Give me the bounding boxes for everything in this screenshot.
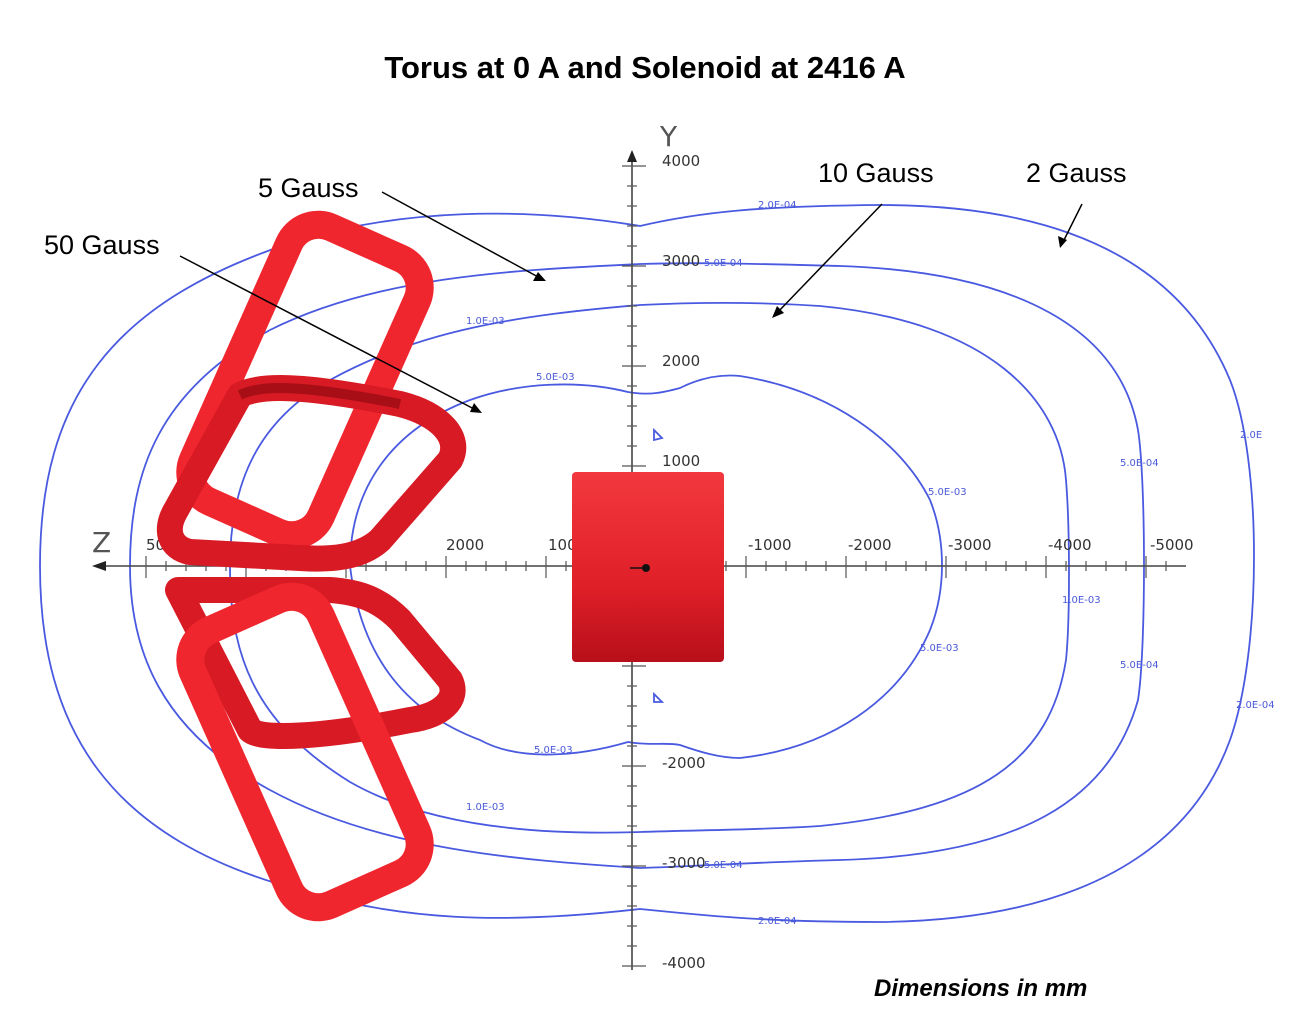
contour-label: 2.0E (1240, 430, 1262, 441)
contour-label: 5.0E-04 (704, 860, 743, 871)
z-tick-label: -2000 (848, 536, 892, 554)
z-axis-name: Z (92, 526, 111, 559)
y-tick-label: 2000 (662, 352, 700, 370)
z-tick-label: -4000 (1048, 536, 1092, 554)
field-map-diagram: 2.0E-04 5.0E-04 1.0E-03 5.0E-03 2.0E 5.0… (39, 120, 1275, 972)
contour-label: 2.0E-04 (758, 200, 797, 211)
contour-label: 1.0E-03 (466, 802, 505, 813)
contour-label: 5.0E-03 (534, 745, 573, 756)
z-tick-label: -5000 (1150, 536, 1194, 554)
contour-artifact-top (653, 427, 664, 442)
callout-2-gauss-arrow (1061, 203, 1083, 245)
y-axis-name: Y (659, 120, 678, 153)
z-axis-arrow (92, 561, 106, 571)
callout-5-gauss: 5 Gauss (258, 173, 359, 203)
y-tick-label: -2000 (662, 754, 706, 772)
callout-arrowhead (533, 272, 546, 281)
torus-coil-lower-outer (176, 582, 434, 922)
contour-label: 1.0E-03 (466, 316, 505, 327)
contour-label: 2.0E-04 (1236, 700, 1275, 711)
y-tick-label: 4000 (662, 152, 700, 170)
y-tick-label: 3000 (662, 252, 700, 270)
y-tick-label: -4000 (662, 954, 706, 972)
y-axis-arrow (627, 150, 637, 162)
contour-label: 5.0E-04 (1120, 458, 1159, 469)
solenoid (572, 472, 724, 662)
contour-label: 5.0E-04 (1120, 660, 1159, 671)
contour-label: 5.0E-03 (536, 372, 575, 383)
contour-label: 1.0E-03 (1062, 595, 1101, 606)
y-tick-label: 1000 (662, 452, 700, 470)
callout-10-gauss-arrow (775, 203, 883, 315)
z-tick-label: 2000 (446, 536, 484, 554)
contour-label: 2.0E-04 (758, 916, 797, 927)
callout-arrowhead (470, 403, 482, 413)
z-tick-label: -3000 (948, 536, 992, 554)
callout-2-gauss: 2 Gauss (1026, 158, 1127, 188)
contour-label: 5.0E-03 (920, 643, 959, 654)
contour-label: 5.0E-03 (928, 487, 967, 498)
callout-50-gauss: 50 Gauss (44, 230, 160, 260)
contour-artifact-bottom (653, 691, 665, 703)
callout-10-gauss: 10 Gauss (818, 158, 934, 188)
z-tick-label: -1000 (748, 536, 792, 554)
y-tick-label: -3000 (662, 854, 706, 872)
contour-label: 5.0E-04 (704, 258, 743, 269)
